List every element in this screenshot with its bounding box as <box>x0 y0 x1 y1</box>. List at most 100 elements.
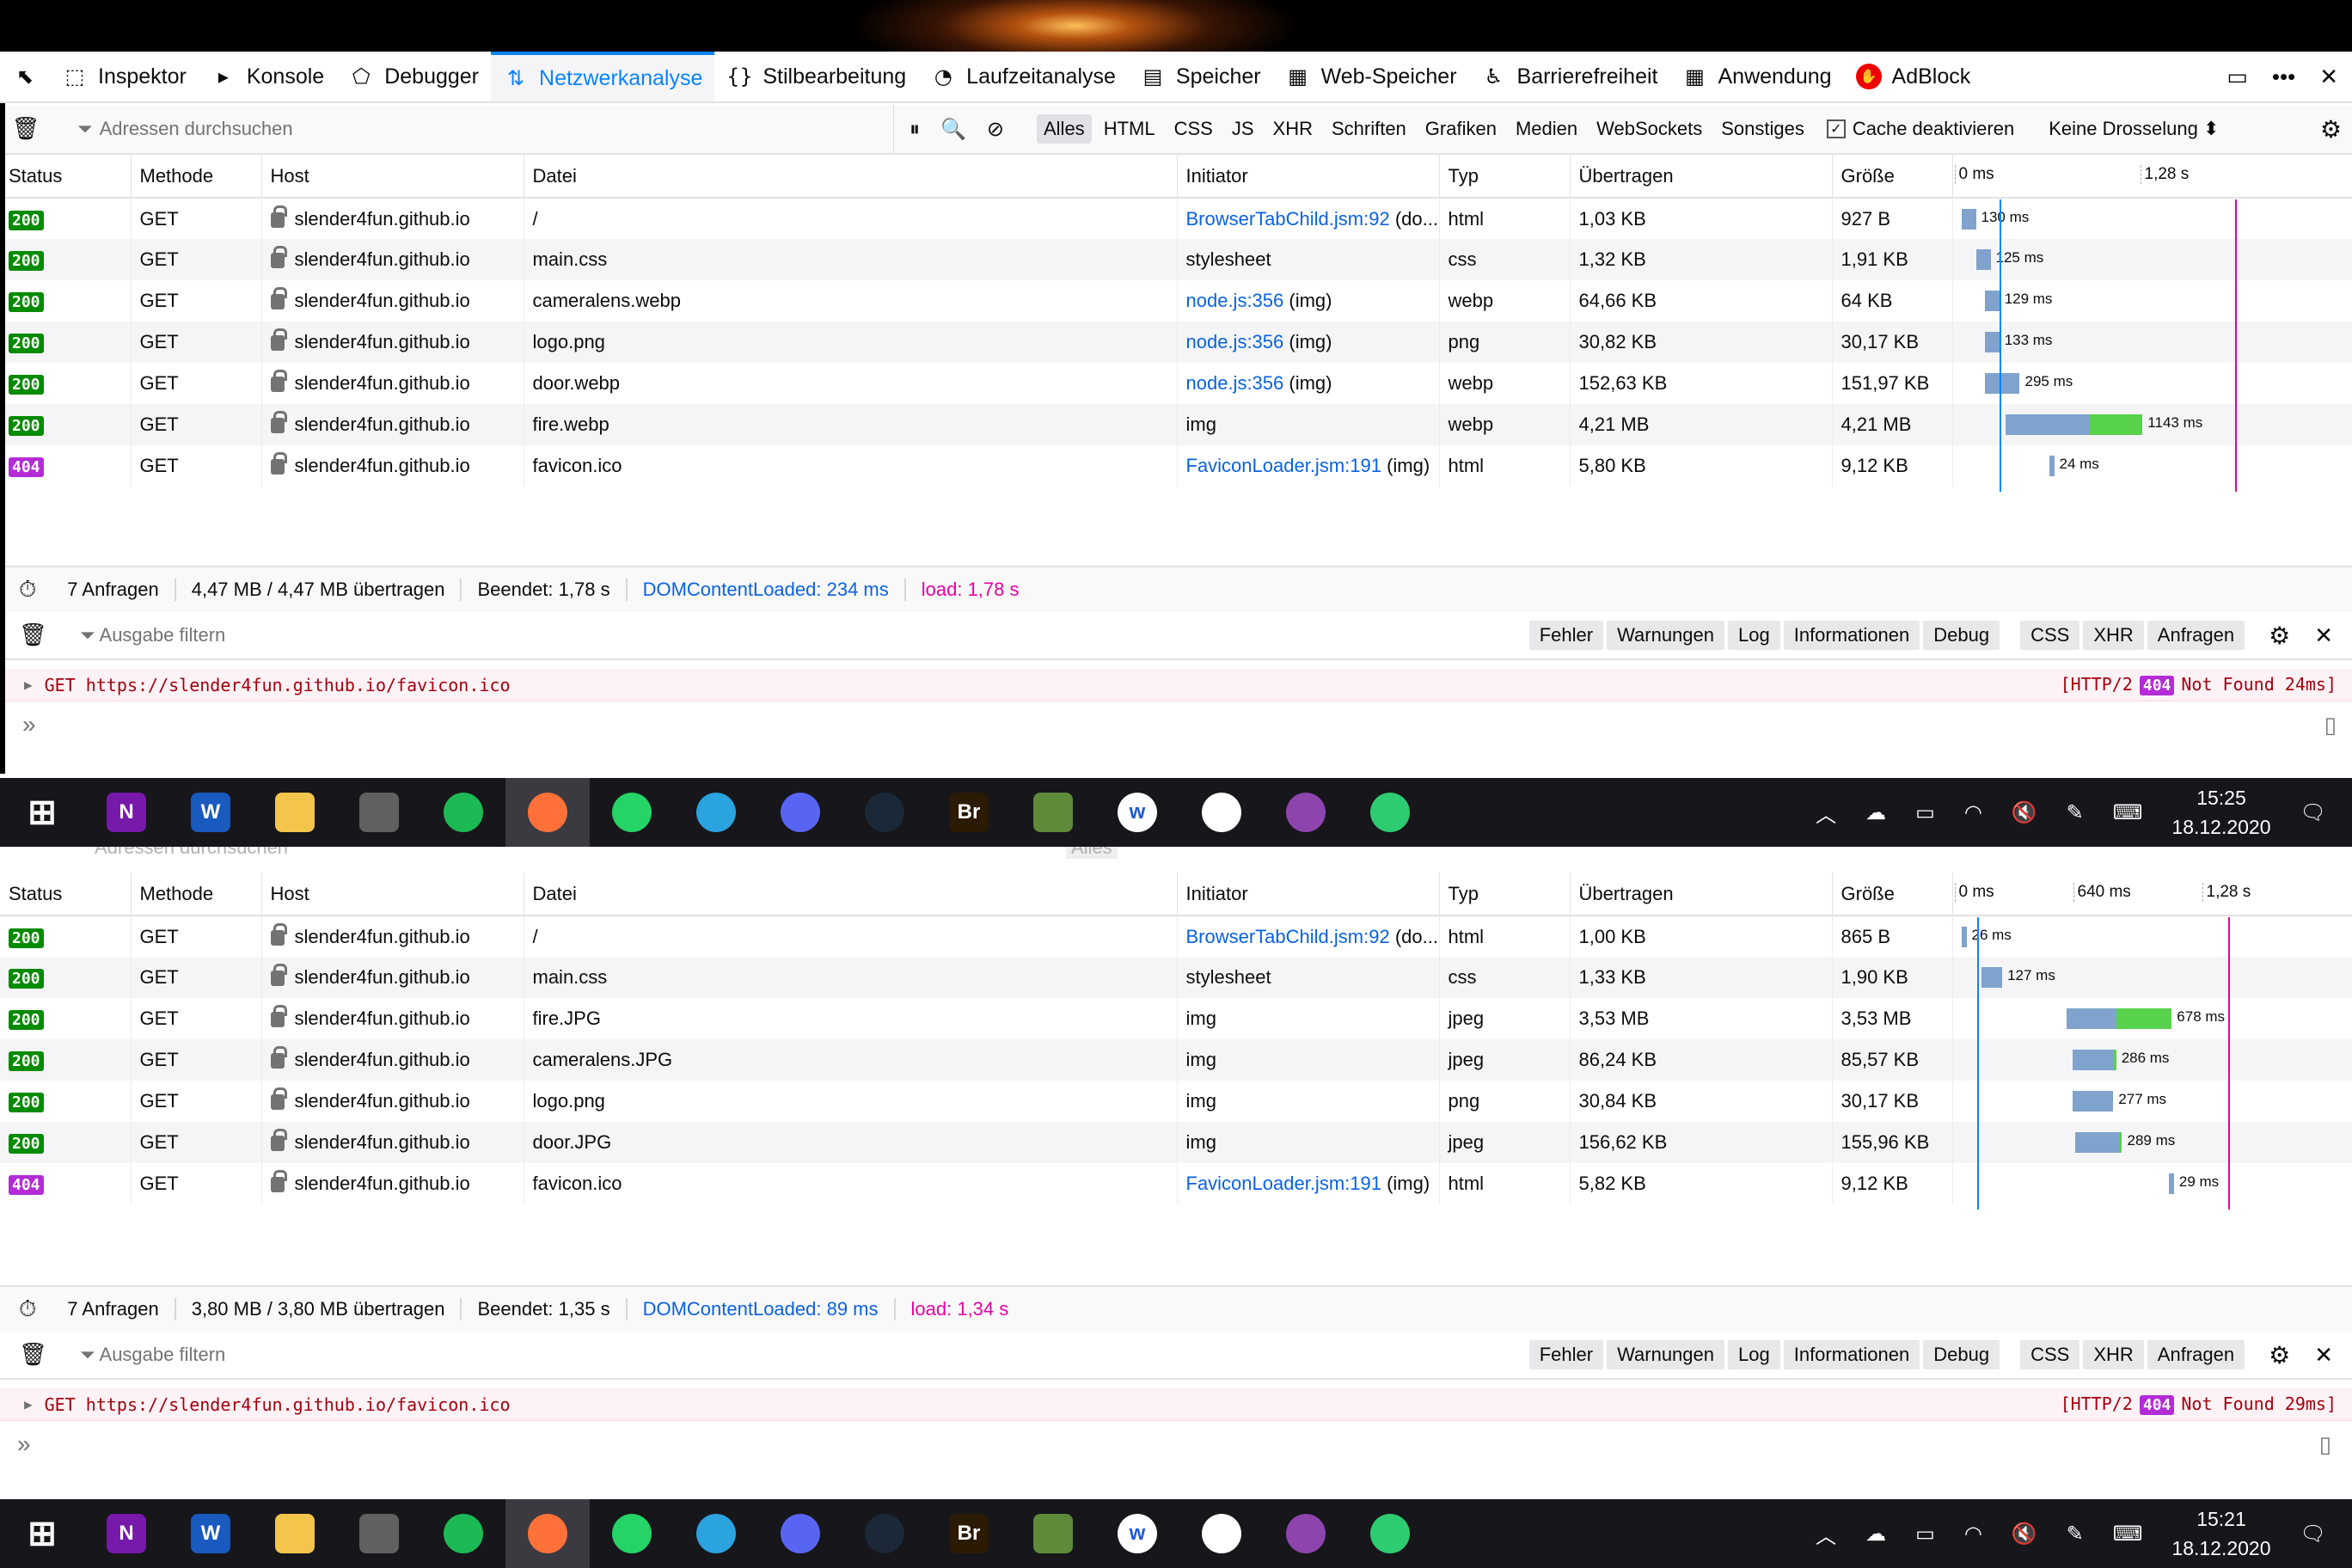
type-filter-sonstiges[interactable]: Sonstiges <box>1714 114 1811 144</box>
column-header-0[interactable]: Status <box>0 155 132 199</box>
table-row[interactable]: 200 GET slender4fun.github.io / BrowserTabCh… <box>0 916 2352 957</box>
initiator-link[interactable]: node.js:356 <box>1186 290 1284 311</box>
type-filter-grafiken[interactable]: Grafiken <box>1418 114 1504 144</box>
wifi-icon[interactable]: ◠ <box>1964 1522 1982 1546</box>
column-header-2[interactable]: Host <box>261 873 524 916</box>
error-url[interactable]: GET https://slender4fun.github.io/favico… <box>45 1394 511 1415</box>
column-header-5[interactable]: Typ <box>1439 873 1571 916</box>
console-error-message[interactable]: ▶ GET https://slender4fun.github.io/favic… <box>0 1388 2352 1421</box>
taskbar-app[interactable] <box>1432 1499 1516 1568</box>
battery-icon[interactable]: ▭ <box>1915 800 1935 824</box>
pen-icon[interactable]: ✎ <box>2067 800 2084 824</box>
type-filter-websockets[interactable]: WebSockets <box>1589 114 1709 144</box>
tab-laufzeitanalyse[interactable]: ◔ Laufzeitanalyse <box>918 52 1128 101</box>
block-icon[interactable]: ⊘ <box>987 117 1004 141</box>
taskbar-app[interactable]: w <box>1095 778 1179 847</box>
console-filter-log[interactable]: Log <box>1728 621 1780 650</box>
search-icon[interactable]: 🔍 <box>940 117 966 141</box>
taskbar-app[interactable]: W <box>168 1499 253 1568</box>
column-header-7[interactable]: Größe <box>1832 155 1953 199</box>
taskbar-app[interactable] <box>758 778 842 847</box>
taskbar-app[interactable] <box>842 778 927 847</box>
taskbar-app[interactable] <box>1348 1499 1432 1568</box>
console-settings-icon[interactable]: ⚙ <box>2258 1338 2300 1373</box>
type-filter-js[interactable]: JS <box>1225 114 1261 144</box>
table-row[interactable]: 200 GET slender4fun.github.io fire.JPG img jp… <box>0 998 2352 1039</box>
column-header-4[interactable]: Initiator <box>1177 155 1440 199</box>
tab-speicher[interactable]: ▤ Speicher <box>1128 52 1273 101</box>
taskbar-app[interactable] <box>337 1499 421 1568</box>
tab-adblock[interactable]: ✋ AdBlock <box>1844 52 1983 101</box>
column-header-4[interactable]: Initiator <box>1177 873 1440 916</box>
pause-icon[interactable]: ⏸ <box>910 117 920 141</box>
console-filter-fehler[interactable]: Fehler <box>1528 1340 1604 1369</box>
tab-debugger[interactable]: ⬠ Debugger <box>336 52 491 101</box>
taskbar-app[interactable] <box>1264 778 1348 847</box>
console-filter-warnungen[interactable]: Warnungen <box>1607 621 1724 650</box>
clear-requests-icon[interactable]: 🗑 <box>0 116 52 142</box>
initiator-link[interactable]: node.js:356 <box>1186 372 1284 394</box>
taskbar-app[interactable] <box>842 1499 927 1568</box>
taskbar-app[interactable] <box>758 1499 842 1568</box>
console-filter-debug[interactable]: Debug <box>1923 1340 2000 1369</box>
dock-icon[interactable]: ▭ <box>2226 64 2248 90</box>
taskbar-app[interactable] <box>1179 778 1264 847</box>
console-filter-debug[interactable]: Debug <box>1923 621 2000 650</box>
taskbar-app[interactable] <box>1348 778 1432 847</box>
initiator-link[interactable]: BrowserTabChild.jsm:92 <box>1186 926 1390 947</box>
clear-console-icon[interactable]: 🗑 <box>0 622 63 648</box>
taskbar-app[interactable] <box>505 1499 590 1568</box>
column-header-6[interactable]: Übertragen <box>1570 873 1833 916</box>
taskbar-app[interactable] <box>590 1499 674 1568</box>
notifications-icon[interactable]: 🗨 <box>2300 800 2326 824</box>
taskbar-app[interactable] <box>590 778 674 847</box>
clear-console-icon[interactable]: 🗑 <box>0 1342 63 1368</box>
keyboard-icon[interactable]: ⌨ <box>2113 1522 2143 1546</box>
type-filter-schriften[interactable]: Schriften <box>1325 114 1413 144</box>
console-filter-warnungen[interactable]: Warnungen <box>1607 1340 1724 1369</box>
taskbar-app[interactable]: N <box>84 778 168 847</box>
console-filter-css[interactable]: CSS <box>2020 621 2080 650</box>
tab-inspektor[interactable]: ⬚ Inspektor <box>50 52 199 101</box>
taskbar-app[interactable] <box>421 1499 505 1568</box>
taskbar-app[interactable]: w <box>1095 1499 1179 1568</box>
tab-web-speicher[interactable]: ▦ Web-Speicher <box>1273 52 1469 101</box>
type-filter-medien[interactable]: Medien <box>1509 114 1584 144</box>
column-header-3[interactable]: Datei <box>524 873 1178 916</box>
tab-netzwerkanalyse[interactable]: ⇅ Netzwerkanalyse <box>491 52 715 101</box>
initiator-link[interactable]: FaviconLoader.jsm:191 <box>1186 455 1381 476</box>
notifications-icon[interactable]: 🗨 <box>2300 1522 2326 1546</box>
close-icon[interactable]: ✕ <box>2319 64 2338 90</box>
column-header-2[interactable]: Host <box>261 155 524 199</box>
console-input[interactable]: » ▯ <box>0 703 2352 746</box>
error-url[interactable]: GET https://slender4fun.github.io/favico… <box>45 675 511 695</box>
column-header-1[interactable]: Methode <box>131 155 262 199</box>
taskbar-app[interactable] <box>253 778 337 847</box>
waterfall-header[interactable]: 0 ms 640 ms 1,28 s <box>1952 873 2352 916</box>
pen-icon[interactable]: ✎ <box>2067 1522 2084 1546</box>
clock[interactable]: 15:21 18.12.2020 <box>2171 1504 2270 1563</box>
url-filter-input[interactable]: ⏷ Adressen durchsuchen <box>52 105 894 153</box>
console-filter-informationen[interactable]: Informationen <box>1783 1340 1920 1369</box>
close-console-icon[interactable]: ✕ <box>2304 619 2343 652</box>
console-filter-anfragen[interactable]: Anfragen <box>2147 621 2245 650</box>
initiator-link[interactable]: node.js:356 <box>1186 331 1284 352</box>
taskbar-app[interactable] <box>421 778 505 847</box>
console-filter-xhr[interactable]: XHR <box>2083 1340 2144 1369</box>
taskbar-app[interactable] <box>337 778 421 847</box>
initiator-link[interactable]: BrowserTabChild.jsm:92 <box>1186 208 1390 230</box>
show-hidden-icons-icon[interactable]: ︿ <box>1816 798 1836 828</box>
taskbar-app[interactable] <box>1011 1499 1095 1568</box>
column-header-6[interactable]: Übertragen <box>1570 155 1833 199</box>
console-input[interactable]: » ▯ <box>0 1423 2352 1466</box>
disable-cache-checkbox[interactable]: ✓ Cache deaktivieren <box>1826 118 2014 140</box>
taskbar-app[interactable]: ⊞ <box>0 778 84 847</box>
table-row[interactable]: 200 GET slender4fun.github.io cameralens.JP… <box>0 1039 2352 1081</box>
volume-muted-icon[interactable]: 🔇 <box>2012 800 2037 824</box>
keyboard-icon[interactable]: ⌨ <box>2113 800 2143 824</box>
column-header-5[interactable]: Typ <box>1439 155 1571 199</box>
type-filter-xhr[interactable]: XHR <box>1266 114 1320 144</box>
close-console-icon[interactable]: ✕ <box>2304 1338 2343 1372</box>
console-filter-input[interactable]: ⏷ Ausgabe filtern <box>80 624 225 646</box>
element-picker-button[interactable]: ⬉ <box>0 52 50 101</box>
